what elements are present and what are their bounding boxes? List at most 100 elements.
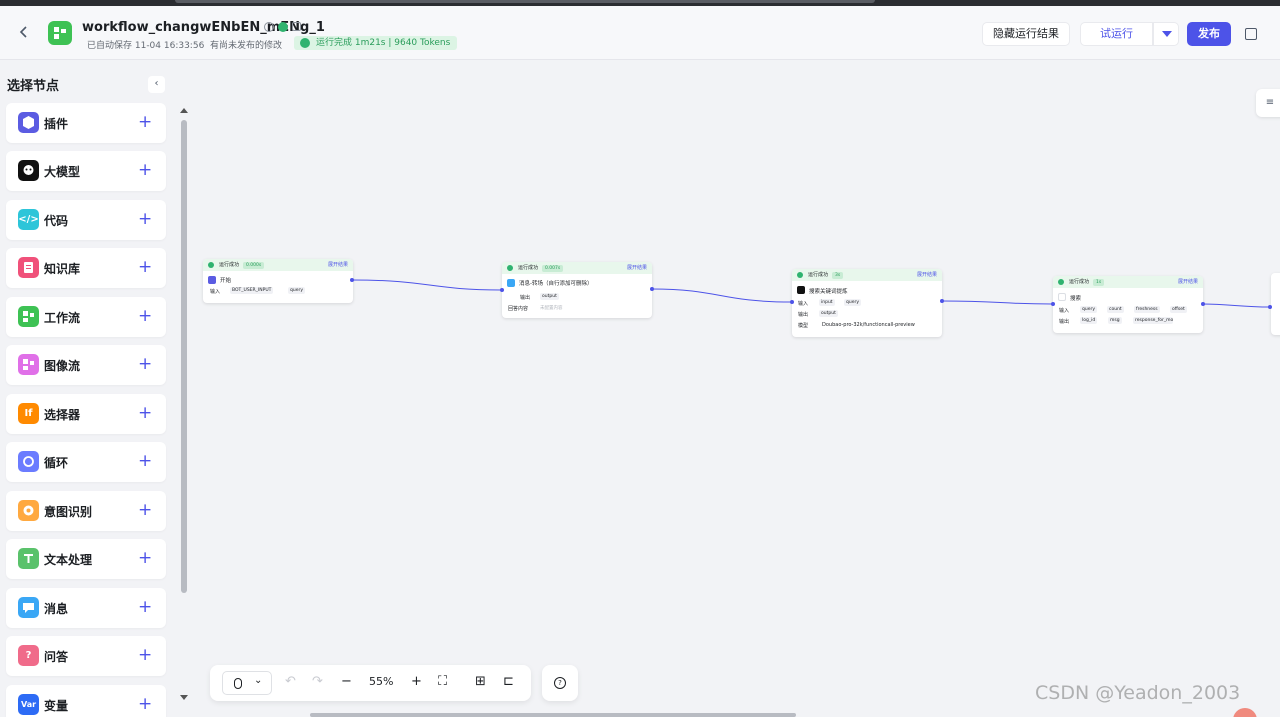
message-node[interactable]: 运行成功 0.007s 展开结果 消息-转场（自行添加可删除） 输出 output… <box>502 262 652 318</box>
hide-results-button[interactable]: 隐藏运行结果 <box>982 22 1070 46</box>
expand-results-link[interactable]: 展开结果 <box>627 262 647 274</box>
add-icon[interactable]: + <box>138 306 152 326</box>
add-icon[interactable]: + <box>138 694 152 714</box>
input-port[interactable] <box>1051 302 1055 306</box>
scroll-down-arrow-icon[interactable] <box>180 695 188 700</box>
node-time: 3s <box>832 272 844 279</box>
knowledge-icon <box>18 257 39 278</box>
redo-icon[interactable]: ↷ <box>312 674 323 690</box>
canvas-horizontal-scrollbar[interactable] <box>310 713 796 717</box>
minimap-icon[interactable]: ⊞ <box>475 674 486 690</box>
add-icon[interactable]: + <box>138 403 152 423</box>
test-run-dropdown-button[interactable] <box>1153 22 1179 46</box>
expand-results-link[interactable]: 展开结果 <box>1178 276 1198 288</box>
add-icon[interactable]: + <box>138 160 152 180</box>
sidebar-scrollbar[interactable] <box>181 120 187 593</box>
sidebar-item-text-processing[interactable]: 文本处理 + <box>6 539 166 579</box>
add-icon[interactable]: + <box>138 451 152 471</box>
add-icon[interactable]: + <box>138 354 152 374</box>
output-label: 输出 <box>1059 319 1070 325</box>
sidebar-item-label: 文本处理 <box>44 553 93 567</box>
success-check-icon <box>797 272 803 278</box>
run-complete-text: 运行完成 1m21s | 9640 Tokens <box>316 38 451 48</box>
sidebar-item-selector[interactable]: If 选择器 + <box>6 394 166 434</box>
collapse-sidebar-button[interactable]: ‹ <box>148 76 165 93</box>
search-node[interactable]: 运行成功 1s 展开结果 搜索 输入 query count freshness … <box>1053 276 1203 333</box>
imageflow-icon <box>18 354 39 375</box>
param-tag: input <box>819 299 835 306</box>
input-label: 输入 <box>798 301 809 307</box>
expand-results-link[interactable]: 展开结果 <box>328 259 348 271</box>
param-tag: output <box>540 293 559 300</box>
param-tag: query <box>288 287 305 294</box>
info-icon[interactable] <box>264 22 274 32</box>
if-icon: If <box>18 403 39 424</box>
add-icon[interactable]: + <box>138 112 152 132</box>
browser-tab-pill <box>175 0 875 3</box>
test-run-button[interactable]: 试运行 <box>1080 22 1153 46</box>
zoom-in-icon[interactable]: + <box>411 674 422 690</box>
sidebar-item-llm[interactable]: 大模型 + <box>6 151 166 191</box>
watermark: CSDN @Yeadon_2003 <box>1035 682 1241 704</box>
add-icon[interactable]: + <box>138 548 152 568</box>
sidebar-item-qa[interactable]: ? 问答 + <box>6 636 166 676</box>
interaction-mode-select[interactable]: ⌄ <box>222 671 272 695</box>
sidebar-item-code[interactable]: </> 代码 + <box>6 200 166 240</box>
node-sidebar: 选择节点 ‹ 插件 + 大模型 + </> 代码 + 知识库 + 工作流 + 图… <box>0 61 190 717</box>
edge-message-llm <box>651 288 793 303</box>
sidebar-item-plugin[interactable]: 插件 + <box>6 103 166 143</box>
llm-node[interactable]: 运行成功 3s 展开结果 搜索关键词提炼 输入 input query 输出 ou… <box>792 269 942 337</box>
check-circle-icon <box>278 22 288 32</box>
back-arrow-icon[interactable] <box>16 24 32 40</box>
add-icon[interactable]: + <box>138 257 152 277</box>
add-icon[interactable]: + <box>138 597 152 617</box>
next-node-partial[interactable] <box>1271 273 1280 335</box>
start-node[interactable]: 运行成功 0.000s 展开结果 开始 输入 BOT_USER_INPUT que… <box>203 259 353 303</box>
zoom-out-icon[interactable]: − <box>341 674 352 690</box>
publish-button[interactable]: 发布 <box>1187 22 1231 46</box>
output-port[interactable] <box>1201 302 1205 306</box>
add-icon[interactable]: + <box>138 500 152 520</box>
node-title: 消息-转场（自行添加可删除） <box>519 281 593 287</box>
param-tag: query <box>1080 306 1097 313</box>
success-check-icon <box>1058 279 1064 285</box>
input-label: 输入 <box>1059 308 1070 314</box>
sidebar-item-message[interactable]: 消息 + <box>6 588 166 628</box>
sidebar-item-knowledge[interactable]: 知识库 + <box>6 248 166 288</box>
auto-layout-icon[interactable]: ⊏ <box>503 674 514 690</box>
node-status-bar: 运行成功 1s 展开结果 <box>1053 276 1203 288</box>
sidebar-item-variable[interactable]: Var 变量 + <box>6 685 166 717</box>
output-port[interactable] <box>940 299 944 303</box>
start-icon <box>208 276 216 284</box>
node-status: 运行成功 <box>518 265 539 271</box>
expand-results-link[interactable]: 展开结果 <box>917 269 937 281</box>
add-icon[interactable]: + <box>138 645 152 665</box>
copy-icon[interactable] <box>1245 28 1257 40</box>
unpublished-status: 有尚未发布的修改 <box>210 41 283 51</box>
sidebar-item-intent[interactable]: 意图识别 + <box>6 491 166 531</box>
scroll-up-arrow-icon[interactable] <box>180 108 188 113</box>
input-label: 输入 <box>210 289 221 295</box>
undo-icon[interactable]: ↶ <box>285 674 296 690</box>
sidebar-item-label: 选择器 <box>44 408 81 422</box>
input-port[interactable] <box>1268 305 1272 309</box>
help-button[interactable]: ? <box>542 665 578 701</box>
workflow-icon <box>18 306 39 327</box>
sidebar-item-workflow[interactable]: 工作流 + <box>6 297 166 337</box>
fit-view-icon[interactable]: ⛶ <box>438 674 447 690</box>
workflow-title: workflow_changwENbEN_mENg_1 <box>82 20 325 35</box>
edit-icon[interactable] <box>292 22 301 31</box>
zoom-level[interactable]: 55% <box>369 675 393 688</box>
output-port[interactable] <box>650 287 654 291</box>
test-panel-toggle-icon[interactable]: ≡ <box>1256 89 1280 117</box>
node-status: 运行成功 <box>808 272 829 278</box>
output-port[interactable] <box>350 278 354 282</box>
sidebar-item-loop[interactable]: 循环 + <box>6 442 166 482</box>
model-label: 模型 <box>798 323 809 329</box>
sidebar-item-imageflow[interactable]: 图像流 + <box>6 345 166 385</box>
workflow-canvas[interactable]: 运行成功 0.000s 展开结果 开始 输入 BOT_USER_INPUT que… <box>190 61 1280 717</box>
input-port[interactable] <box>790 300 794 304</box>
add-icon[interactable]: + <box>138 209 152 229</box>
input-port[interactable] <box>500 288 504 292</box>
sidebar-title: 选择节点 <box>7 79 60 94</box>
